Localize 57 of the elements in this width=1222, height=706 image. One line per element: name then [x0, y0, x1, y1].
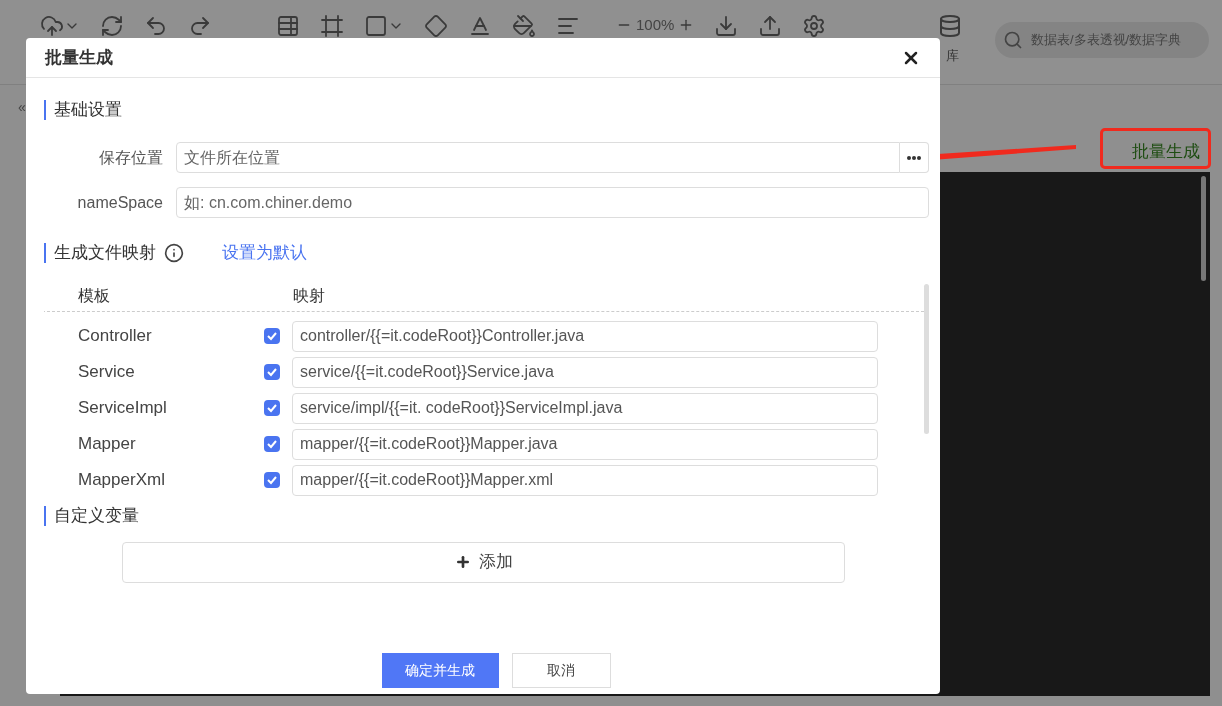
checkbox[interactable] — [264, 400, 280, 416]
check-icon — [266, 366, 278, 378]
check-icon — [266, 438, 278, 450]
zoom-level: 100% — [636, 15, 675, 35]
toolbar-label: 库 — [946, 47, 959, 65]
checkbox[interactable] — [264, 436, 280, 452]
template-name: ServiceImpl — [78, 397, 168, 420]
mapping-field[interactable]: controller/{{=it.codeRoot}}Controller.java — [292, 320, 878, 352]
search-field[interactable]: 数据表/多表透视/数据字典 — [1031, 30, 1201, 50]
download-icon[interactable] — [714, 14, 739, 38]
text-field[interactable]: 文件所在位置 — [176, 142, 900, 173]
section-title: 自定义变量 — [44, 505, 139, 526]
mapping-field[interactable]: mapper/{{=it.codeRoot}}Mapper.xml — [292, 464, 878, 496]
refresh-icon[interactable] — [100, 14, 124, 38]
browse-button[interactable] — [900, 142, 929, 173]
redo-icon[interactable] — [188, 14, 212, 38]
field-label: nameSpace — [76, 192, 164, 213]
checkbox[interactable] — [264, 364, 280, 380]
check-icon — [266, 474, 278, 486]
set-default-link[interactable]: 设置为默认 — [222, 240, 307, 266]
check-icon — [266, 402, 278, 414]
section-title: 基础设置 — [44, 100, 122, 120]
square-icon[interactable] — [364, 14, 388, 38]
template-name: MapperXml — [78, 469, 166, 492]
section-title: 生成文件映射 — [44, 242, 156, 263]
text-field[interactable]: 如: cn.com.chiner.demo — [176, 187, 929, 218]
cloud-upload-icon[interactable] — [40, 14, 64, 38]
add-button[interactable]: 添加 — [122, 541, 845, 583]
frame-icon[interactable] — [320, 14, 344, 38]
checkbox[interactable] — [264, 472, 280, 488]
plus-icon — [454, 554, 471, 570]
cancel-button[interactable]: 取消 — [511, 653, 611, 688]
confirm-button[interactable]: 确定并生成 — [381, 653, 499, 688]
upload-icon[interactable] — [758, 14, 783, 38]
template-name: Service — [78, 361, 136, 384]
template-name: Mapper — [78, 433, 137, 456]
table-icon[interactable] — [276, 14, 300, 38]
mapping-field[interactable]: mapper/{{=it.codeRoot}}Mapper.java — [292, 428, 878, 460]
settings-icon[interactable] — [802, 14, 827, 38]
search-icon — [1003, 30, 1023, 50]
field-label: 保存位置 — [98, 147, 164, 168]
mapping-field[interactable]: service/impl/{{=it. codeRoot}}ServiceImpl.java — [292, 392, 878, 424]
mapping-field[interactable]: service/{{=it.codeRoot}}Service.java — [292, 356, 878, 388]
fill-icon[interactable] — [512, 14, 536, 38]
more-icon — [907, 155, 921, 160]
search-bar[interactable]: 数据表/多表透视/数据字典 — [995, 22, 1209, 58]
template-name: Controller — [78, 325, 153, 348]
check-icon — [266, 330, 278, 342]
undo-icon[interactable] — [144, 14, 168, 38]
dialog-title: 批量生成 — [45, 46, 113, 69]
column-header: 映射 — [293, 285, 325, 306]
text-color-icon[interactable] — [468, 14, 492, 38]
checkbox[interactable] — [264, 328, 280, 344]
column-header: 模板 — [78, 285, 111, 306]
diamond-icon[interactable] — [424, 14, 448, 38]
database-icon[interactable] — [938, 14, 962, 38]
info-icon[interactable] — [164, 242, 184, 263]
